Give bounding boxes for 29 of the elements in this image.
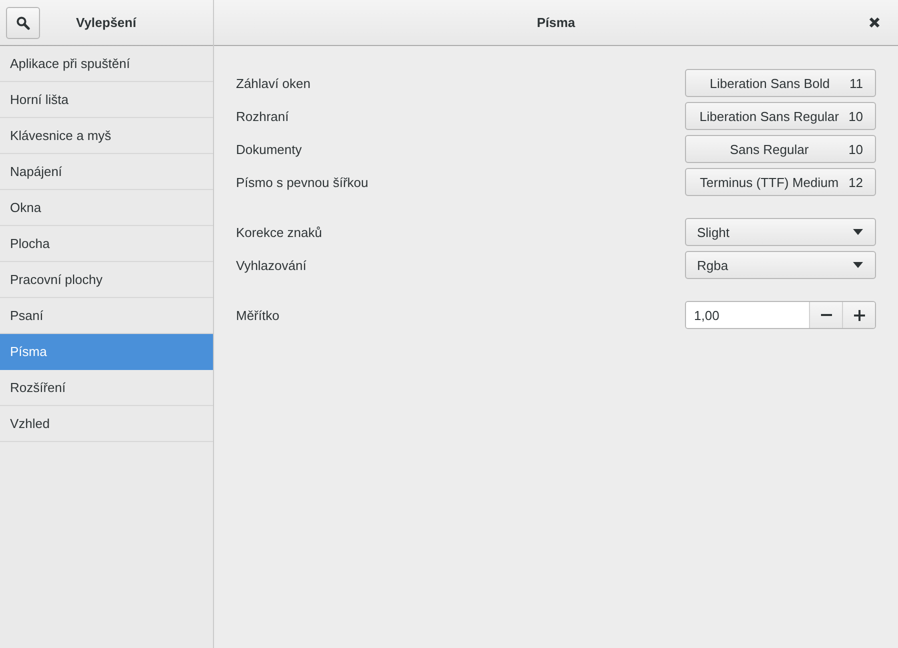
sidebar-item[interactable]: Napájení xyxy=(0,154,213,190)
search-button[interactable] xyxy=(6,6,40,38)
sidebar-item[interactable]: Plocha xyxy=(0,226,213,262)
dropdown[interactable]: Slight xyxy=(685,218,876,246)
setting-label: Záhlaví oken xyxy=(236,76,310,90)
close-icon[interactable] xyxy=(869,17,880,28)
sidebar-item[interactable]: Horní lišta xyxy=(0,82,213,118)
setting-label: Rozhraní xyxy=(236,108,289,124)
font-button[interactable]: Terminus (TTF) Medium 12 xyxy=(685,168,876,196)
setting-label: Měřítko xyxy=(236,308,280,322)
setting-label: Korekce znaků xyxy=(236,224,322,240)
font-button[interactable]: Sans Regular 10 xyxy=(685,135,876,163)
setting-label: Písmo s pevnou šířkou xyxy=(236,174,368,190)
page-title: Písma xyxy=(536,15,576,30)
caret-icon xyxy=(853,229,863,235)
setting-label: Dokumenty xyxy=(236,142,302,156)
sidebar-item[interactable]: Aplikace při spuštění xyxy=(0,46,213,82)
sidebar-item[interactable]: Vzhled xyxy=(0,406,213,442)
sidebar-title: Vylepšení xyxy=(76,15,136,30)
sidebar-item[interactable]: Rozšíření xyxy=(0,370,213,406)
setting-label: Vyhlazování xyxy=(236,258,306,272)
search-icon xyxy=(16,16,30,30)
sidebar-item[interactable]: Okna xyxy=(0,190,213,226)
dropdown[interactable]: Rgba xyxy=(685,251,876,279)
font-button[interactable]: Liberation Sans Regular 10 xyxy=(685,102,876,130)
caret-icon xyxy=(853,262,863,268)
font-button[interactable]: Liberation Sans Bold 11 xyxy=(685,69,876,97)
sidebar-item[interactable]: Klávesnice a myš xyxy=(0,118,213,154)
sidebar-item[interactable]: Pracovní plochy xyxy=(0,262,213,298)
